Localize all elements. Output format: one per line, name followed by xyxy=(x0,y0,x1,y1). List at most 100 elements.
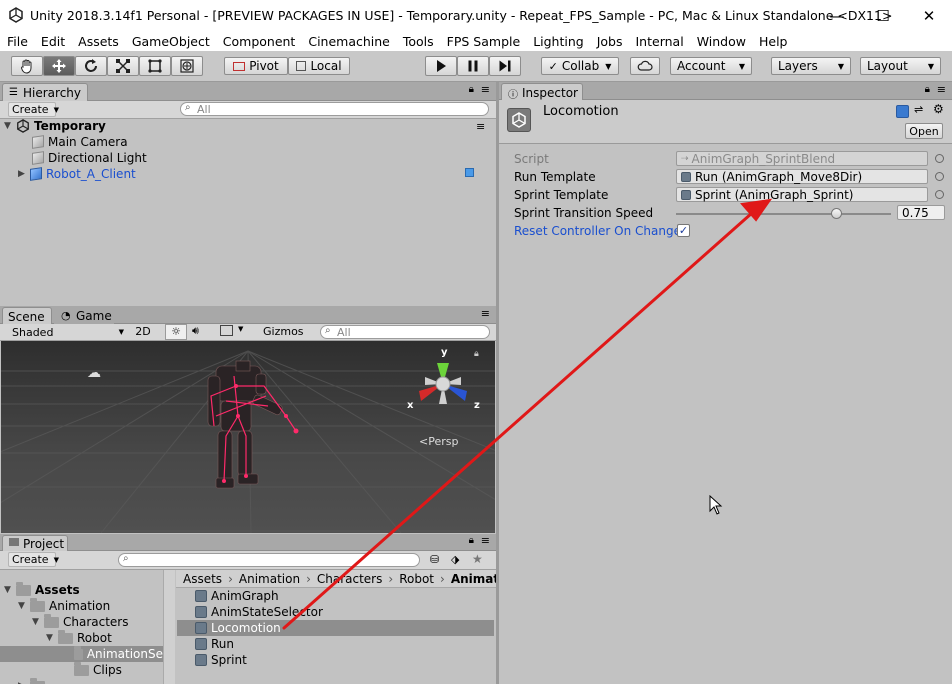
expand-arrow-icon[interactable]: ▶ xyxy=(18,169,30,179)
speed-value-field[interactable]: 0.75 xyxy=(897,205,945,220)
directional-light-icon[interactable]: ☁ xyxy=(87,365,101,381)
menu-tools[interactable]: Tools xyxy=(396,34,440,49)
breadcrumb-item[interactable]: Animation xyxy=(239,572,300,586)
breadcrumb-item[interactable]: Assets xyxy=(183,572,222,586)
asset-item[interactable]: Run xyxy=(195,636,234,652)
panel-menu-icon[interactable]: ≡ xyxy=(481,534,490,547)
tab-game[interactable]: ◔ Game xyxy=(54,307,114,325)
breadcrumb-item[interactable]: Characters xyxy=(317,572,383,586)
layers-dropdown[interactable]: Layers ▼ xyxy=(771,57,851,75)
breadcrumb-item-current[interactable]: Animat xyxy=(451,572,496,586)
gear-icon[interactable]: ⚙ xyxy=(933,102,944,116)
folder-tree-item[interactable]: Clips xyxy=(74,661,122,678)
menu-component[interactable]: Component xyxy=(216,34,302,49)
menu-gameobject[interactable]: GameObject xyxy=(125,34,216,49)
asset-item[interactable]: AnimStateSelector xyxy=(195,604,323,620)
lock-icon[interactable]: 🔒︎ xyxy=(474,349,479,359)
tab-hierarchy[interactable]: ☰ Hierarchy xyxy=(2,83,88,101)
image-effects-icon[interactable] xyxy=(220,325,233,336)
play-button[interactable] xyxy=(425,56,457,76)
folder-tree-item[interactable]: ▼ Characters xyxy=(32,613,129,630)
menu-lighting[interactable]: Lighting xyxy=(526,34,590,49)
object-picker-icon[interactable] xyxy=(935,154,944,163)
lock-icon[interactable]: 🔒︎ xyxy=(469,535,474,546)
gizmos-dropdown[interactable]: Gizmos ▼ xyxy=(263,325,313,350)
hierarchy-search-input[interactable]: ⌕ All xyxy=(180,102,489,116)
pivot-toggle[interactable]: Pivot xyxy=(224,57,288,75)
speed-slider-track[interactable] xyxy=(676,213,891,215)
persp-label[interactable]: <Persp xyxy=(419,435,458,448)
panel-menu-icon[interactable]: ≡ xyxy=(481,83,490,96)
menu-window[interactable]: Window xyxy=(690,34,752,49)
expand-arrow-icon[interactable]: ▼ xyxy=(18,601,30,611)
rect-tool-button[interactable] xyxy=(139,56,171,76)
hierarchy-item[interactable]: Directional Light xyxy=(32,150,147,166)
menu-assets[interactable]: Assets xyxy=(71,34,125,49)
lock-icon[interactable]: 🔒︎ xyxy=(925,84,930,95)
rotate-tool-button[interactable] xyxy=(75,56,107,76)
help-book-icon[interactable] xyxy=(896,105,909,118)
scene-viewport[interactable]: ☁ y x z 🔒︎ <Persp xyxy=(1,341,495,533)
scene-menu-icon[interactable]: ≡ xyxy=(476,120,485,133)
menu-fps-sample[interactable]: FPS Sample xyxy=(440,34,527,49)
layout-dropdown[interactable]: Layout ▼ xyxy=(860,57,941,75)
scale-tool-button[interactable] xyxy=(107,56,139,76)
2d-toggle[interactable]: 2D xyxy=(131,325,155,339)
menu-edit[interactable]: Edit xyxy=(34,34,71,49)
audio-icon[interactable]: 🔊︎ xyxy=(192,324,199,338)
hand-tool-button[interactable] xyxy=(11,56,43,76)
expand-arrow-icon[interactable]: ▼ xyxy=(4,121,16,131)
reset-controller-checkbox[interactable]: ✓ xyxy=(677,224,690,237)
folder-tree-item[interactable]: ▶ xyxy=(18,677,49,684)
close-button[interactable]: ✕ xyxy=(906,0,952,31)
local-toggle[interactable]: Local xyxy=(288,57,350,75)
expand-arrow-icon[interactable]: ▼ xyxy=(46,633,58,643)
panel-menu-icon[interactable]: ≡ xyxy=(937,83,946,96)
asset-item[interactable]: AnimGraph xyxy=(195,588,279,604)
tab-project[interactable]: Project xyxy=(2,535,68,551)
preset-icon[interactable]: ⇌ xyxy=(914,103,923,116)
hierarchy-item[interactable]: Main Camera xyxy=(32,134,128,150)
shading-dropdown[interactable]: Shaded ▼ xyxy=(8,325,126,339)
menu-file[interactable]: File xyxy=(0,34,34,49)
lock-icon[interactable]: 🔒︎ xyxy=(469,84,474,95)
tab-inspector[interactable]: ⓘ Inspector xyxy=(501,83,583,101)
menu-help[interactable]: Help xyxy=(752,34,794,49)
asset-item-selected[interactable]: Locomotion xyxy=(177,620,494,636)
maximize-button[interactable]: ☐ xyxy=(860,0,906,31)
move-tool-button[interactable] xyxy=(43,56,75,76)
menu-internal[interactable]: Internal xyxy=(629,34,690,49)
lighting-toggle-icon[interactable]: ☼ xyxy=(165,324,187,340)
pause-button[interactable] xyxy=(457,56,489,76)
script-field[interactable]: ⇢ AnimGraph_SprintBlend xyxy=(676,151,928,166)
folder-tree-item[interactable]: ▼ Assets xyxy=(4,581,80,598)
asset-item[interactable]: Sprint xyxy=(195,652,247,668)
breadcrumb-item[interactable]: Robot xyxy=(399,572,434,586)
panel-menu-icon[interactable]: ≡ xyxy=(481,307,490,320)
favorite-star-icon[interactable]: ★ xyxy=(472,552,483,566)
speed-slider-thumb[interactable] xyxy=(831,208,843,219)
folder-tree-item-selected[interactable]: AnimationSe xyxy=(0,645,163,662)
sprint-template-field[interactable]: Sprint (AnimGraph_Sprint) xyxy=(676,187,928,202)
project-create-button[interactable]: Create ▼ xyxy=(8,552,59,567)
scene-row[interactable]: ▼ Temporary ≡ xyxy=(4,118,492,134)
folder-tree-item[interactable]: ▼ Robot xyxy=(46,629,112,646)
open-button[interactable]: Open xyxy=(905,123,943,139)
expand-arrow-icon[interactable]: ▼ xyxy=(4,585,16,595)
tab-scene[interactable]: Scene xyxy=(2,307,52,325)
transform-tool-button[interactable] xyxy=(171,56,203,76)
object-picker-icon[interactable] xyxy=(935,190,944,199)
account-dropdown[interactable]: Account ▼ xyxy=(670,57,752,75)
filter-type-icon[interactable]: ⛁ xyxy=(430,553,439,566)
scene-search-input[interactable]: ⌕ All xyxy=(320,325,490,339)
object-picker-icon[interactable] xyxy=(935,172,944,181)
minimize-button[interactable]: — xyxy=(814,0,860,31)
step-button[interactable] xyxy=(489,56,521,76)
project-search-input[interactable]: ⌕ xyxy=(118,553,420,567)
expand-arrow-icon[interactable]: ▼ xyxy=(32,617,44,627)
cloud-button[interactable] xyxy=(630,57,660,75)
hierarchy-create-button[interactable]: Create ▼ xyxy=(8,102,59,117)
collab-dropdown[interactable]: ✓ Collab ▼ xyxy=(541,57,619,75)
orientation-gizmo[interactable] xyxy=(403,349,483,419)
folder-tree-item[interactable]: ▼ Animation xyxy=(18,597,110,614)
